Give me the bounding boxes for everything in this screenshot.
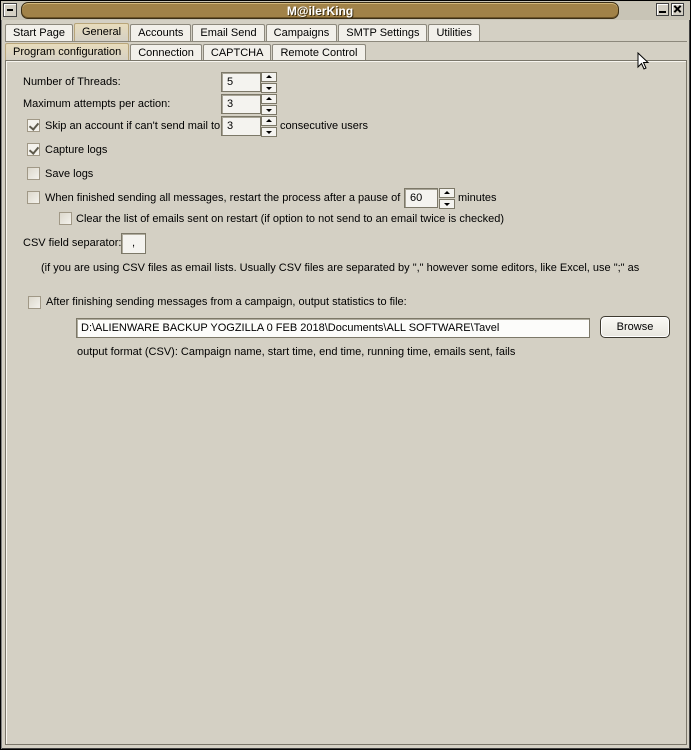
skip-account-label: Skip an account if can't send mail to [45, 120, 221, 132]
threads-spinner [261, 72, 277, 93]
threads-down-icon[interactable] [261, 83, 277, 93]
tab-campaigns[interactable]: Campaigns [265, 24, 338, 41]
threads-input[interactable]: 5 [221, 72, 261, 92]
output-stats-checkbox[interactable] [28, 296, 41, 309]
tab-start-page[interactable]: Start Page [5, 24, 73, 41]
output-stats-label: After finishing sending messages from a … [46, 296, 407, 308]
max-attempts-up-icon[interactable] [261, 94, 277, 104]
skip-account-down-icon[interactable] [261, 127, 277, 137]
mouse-cursor-icon [637, 52, 650, 70]
tab-divider [5, 41, 687, 42]
save-logs-checkbox[interactable] [27, 167, 40, 180]
tab-utilities[interactable]: Utilities [428, 24, 480, 41]
skip-account-input[interactable]: 3 [221, 116, 261, 136]
tab-accounts[interactable]: Accounts [130, 24, 192, 41]
tab-general[interactable]: General [73, 23, 130, 41]
browse-button[interactable]: Browse [600, 316, 670, 338]
skip-account-spinner [261, 116, 277, 137]
program-configuration-panel [5, 60, 687, 745]
csv-separator-label: CSV field separator: [23, 237, 122, 249]
restart-checkbox[interactable] [27, 191, 40, 204]
title-pill: M@ilerKing [21, 2, 619, 19]
tab-remote-control[interactable]: Remote Control [272, 44, 366, 61]
max-attempts-down-icon[interactable] [261, 105, 277, 115]
restart-label: When finished sending all messages, rest… [45, 192, 401, 204]
clear-list-checkbox[interactable] [59, 212, 72, 225]
tab-email-send[interactable]: Email Send [192, 24, 265, 41]
close-icon[interactable] [671, 3, 684, 16]
restart-pause-spinner [439, 188, 455, 209]
sub-tabs: Program configuration Connection CAPTCHA… [5, 43, 367, 61]
max-attempts-label: Maximum attempts per action: [23, 98, 171, 110]
restart-pause-input[interactable]: 60 [404, 188, 438, 208]
minimize-icon[interactable] [656, 3, 669, 16]
capture-logs-label: Capture logs [45, 144, 108, 156]
main-tabs: Start Page General Accounts Email Send C… [5, 23, 481, 41]
skip-account-checkbox[interactable] [27, 119, 40, 132]
tab-smtp-settings[interactable]: SMTP Settings [338, 24, 428, 41]
title-bar[interactable]: M@ilerKing [1, 1, 690, 20]
save-logs-label: Save logs [45, 168, 94, 180]
capture-logs-checkbox[interactable] [27, 143, 40, 156]
skip-account-suffix: consecutive users [280, 120, 369, 132]
system-menu-icon[interactable] [3, 3, 17, 17]
skip-account-up-icon[interactable] [261, 116, 277, 126]
app-window: M@ilerKing Start Page General Accounts E… [0, 0, 691, 750]
threads-up-icon[interactable] [261, 72, 277, 82]
restart-pause-up-icon[interactable] [439, 188, 455, 198]
clear-list-label: Clear the list of emails sent on restart… [76, 213, 504, 225]
csv-separator-input[interactable]: , [121, 233, 146, 254]
max-attempts-spinner [261, 94, 277, 115]
max-attempts-input[interactable]: 3 [221, 94, 261, 114]
tab-program-configuration[interactable]: Program configuration [5, 43, 130, 61]
output-format-note: output format (CSV): Campaign name, star… [77, 346, 516, 358]
output-stats-path-input[interactable]: D:\ALIENWARE BACKUP YOGZILLA 0 FEB 2018\… [76, 318, 590, 338]
tab-captcha[interactable]: CAPTCHA [202, 44, 272, 61]
restart-suffix: minutes [458, 192, 497, 204]
threads-label: Number of Threads: [23, 76, 121, 88]
tab-connection[interactable]: Connection [130, 44, 202, 61]
csv-separator-note: (if you are using CSV files as email lis… [41, 262, 640, 274]
restart-pause-down-icon[interactable] [439, 199, 455, 209]
window-title: M@ilerKing [286, 4, 354, 18]
